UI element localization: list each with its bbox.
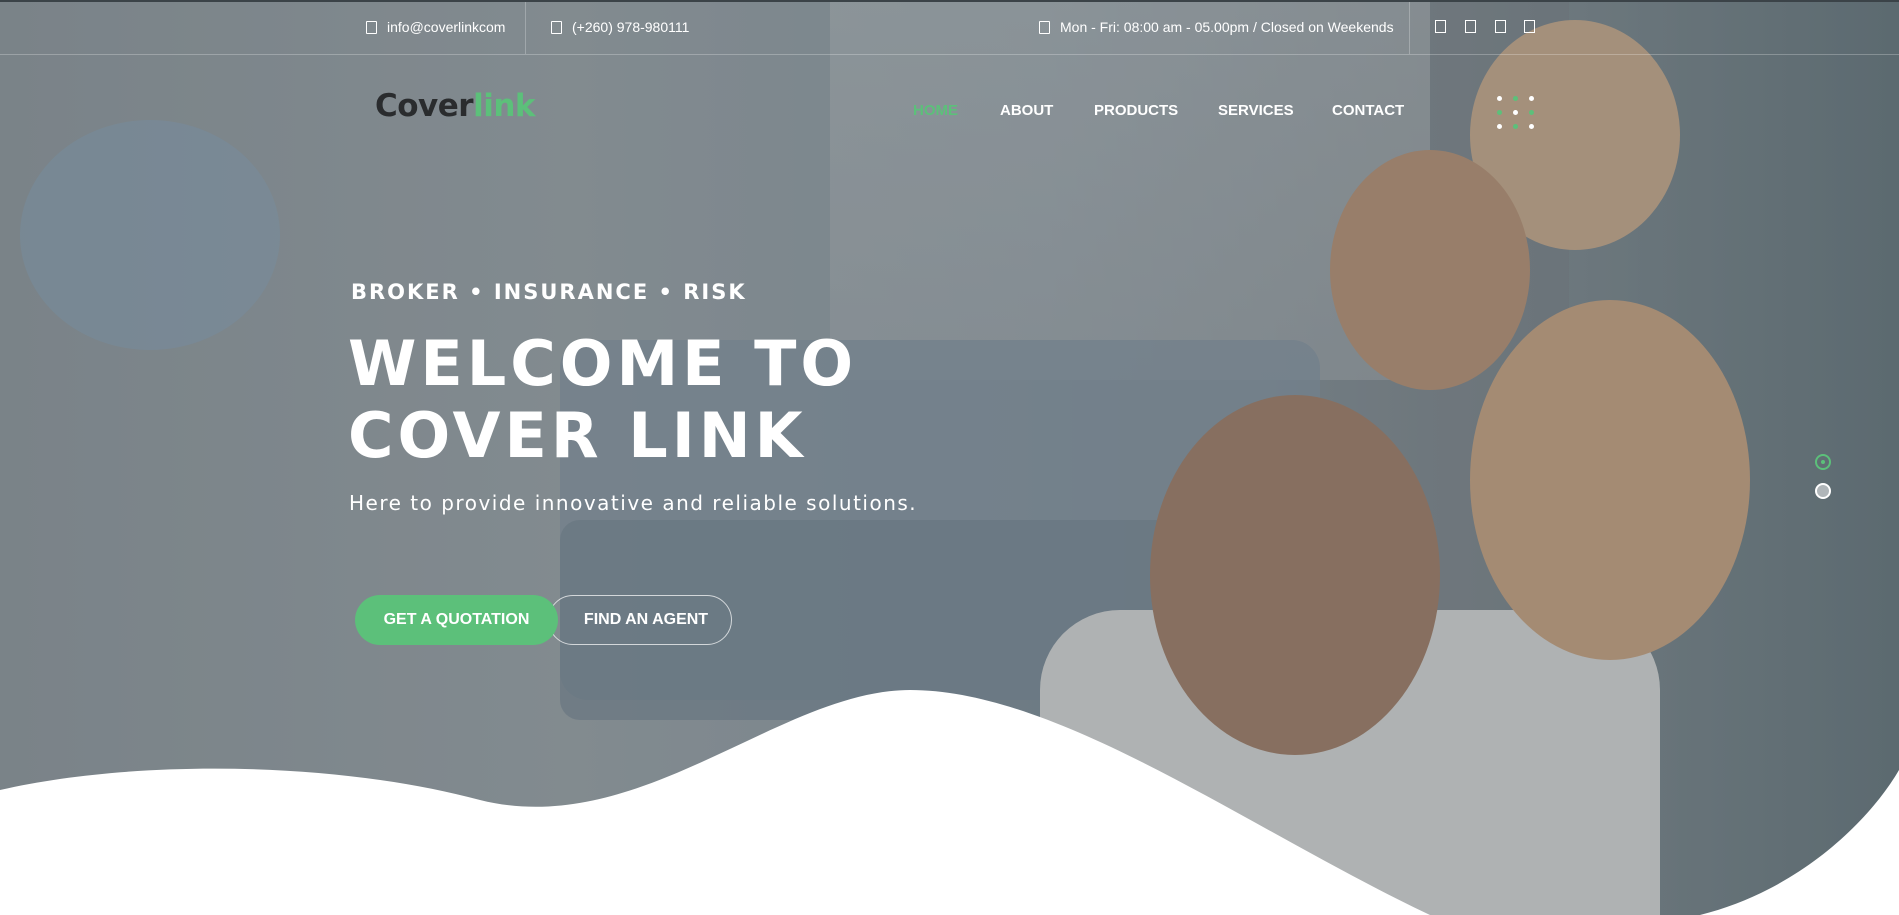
bottom-wave-shape <box>0 690 1899 915</box>
get-quotation-button[interactable]: GET A QUOTATION <box>355 595 558 645</box>
hero-section: info@coverlinkcom (+260) 978-980111 Mon … <box>0 0 1899 915</box>
